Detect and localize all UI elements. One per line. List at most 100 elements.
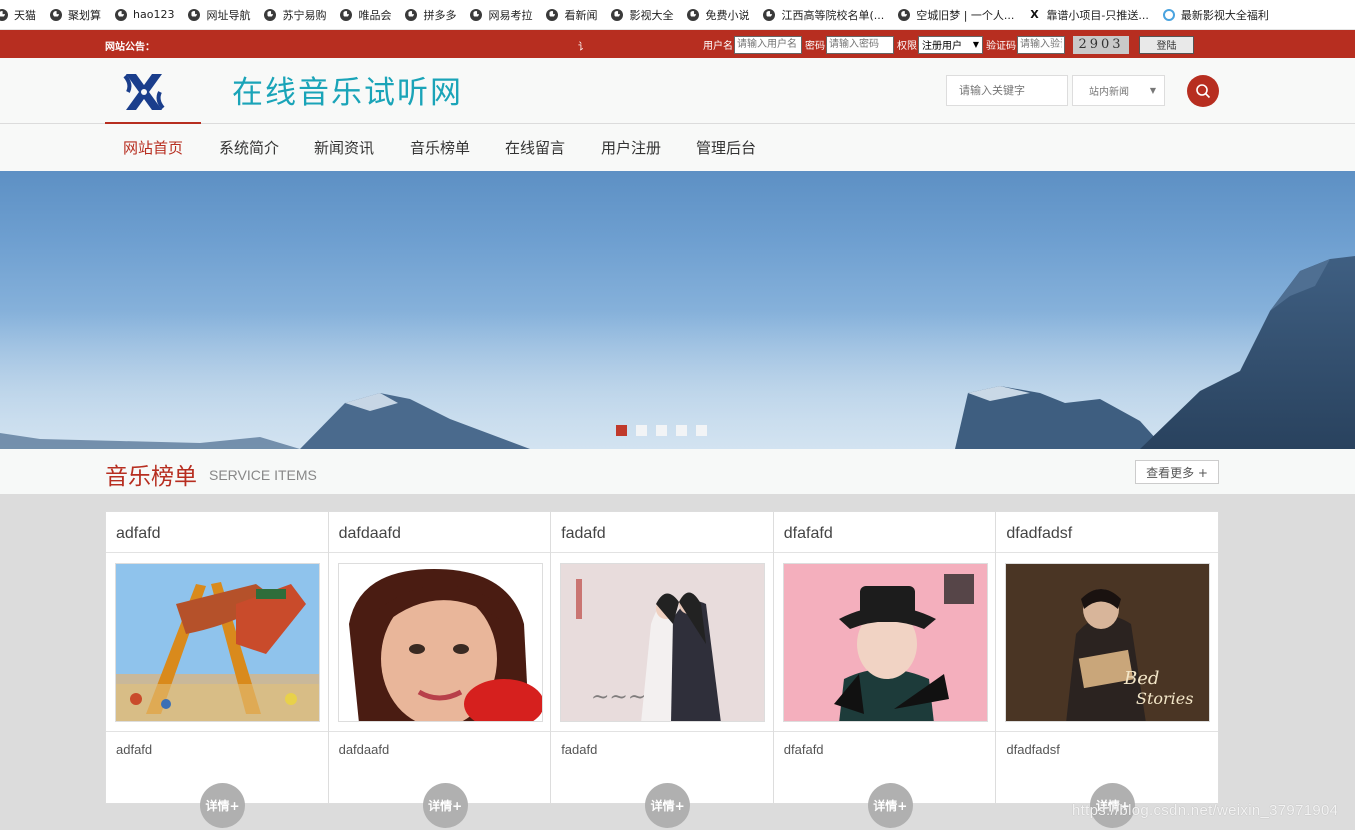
bookmark-item[interactable]: 苏宁易购 (264, 7, 326, 23)
globe-icon (405, 8, 418, 21)
card-cover-image[interactable] (115, 563, 320, 722)
card-divider (773, 731, 996, 732)
globe-icon (188, 8, 201, 21)
search-scope-value: 站内新闻 (1089, 87, 1129, 98)
globe-icon (898, 8, 911, 21)
banner-dot-4[interactable] (676, 425, 687, 436)
banner-dot-2[interactable] (636, 425, 647, 436)
globe-icon (687, 8, 700, 21)
bookmark-item[interactable]: 网址导航 (188, 7, 250, 23)
card-name[interactable]: adfafd (116, 742, 152, 757)
bookmark-item[interactable]: 聚划算 (50, 7, 101, 23)
mountain-landscape-image (0, 256, 1355, 449)
globe-icon (264, 8, 277, 21)
card-cover-image[interactable]: Bed Stories (1005, 563, 1211, 722)
bookmark-item[interactable]: X 靠谱小项目-只推送... (1028, 7, 1149, 23)
chevron-down-icon: ▼ (1149, 86, 1156, 95)
banner-pagination (616, 425, 716, 436)
username-label: 用户名 (703, 41, 733, 52)
main-nav: 网站首页 系统简介 新闻资讯 音乐榜单 在线留言 用户注册 管理后台 (0, 122, 1355, 171)
bookmark-item[interactable]: 江西高等院校名单(... (763, 7, 884, 23)
notice-label: 网站公告： (105, 42, 155, 53)
nav-item-news[interactable]: 新闻资讯 (314, 124, 374, 171)
bookmark-item[interactable]: 网易考拉 (470, 7, 532, 23)
captcha-input[interactable] (1017, 35, 1065, 54)
bookmark-item[interactable]: 拼多多 (405, 7, 456, 23)
svg-text:Bed: Bed (1123, 668, 1159, 689)
music-card[interactable]: dfafafd dfafafd 详情+ (773, 512, 997, 828)
globe-icon (50, 8, 62, 21)
card-title[interactable]: dfadfadsf (996, 512, 1218, 553)
role-label: 权限 (897, 41, 917, 52)
globe-icon (0, 8, 8, 21)
card-title[interactable]: dafdaafd (328, 512, 551, 553)
card-detail-button[interactable]: 详情+ (867, 783, 913, 828)
card-divider (996, 731, 1218, 732)
bookmark-item[interactable]: 天猫 (0, 7, 36, 23)
card-title[interactable]: dfafafd (773, 512, 996, 553)
role-select-value: 注册用户 (922, 41, 962, 52)
globe-icon (115, 8, 127, 21)
card-detail-button[interactable]: 详情+ (422, 783, 468, 828)
section-subtitle: SERVICE ITEMS (209, 467, 317, 483)
login-form: 用户名 密码 权限 注册用户 ▼ 验证码 2903 登陆 (703, 35, 1194, 54)
bookmark-item[interactable]: 免费小说 (687, 7, 749, 23)
card-name[interactable]: dfadfadsf (1006, 742, 1060, 757)
music-card-list: adfafd adfafd 详情+ dafdaafd dafdaafd 详情+ … (105, 511, 1219, 828)
nav-item-guestbook[interactable]: 在线留言 (505, 124, 565, 171)
card-title[interactable]: adfafd (106, 512, 328, 553)
banner-dot-3[interactable] (656, 425, 667, 436)
card-cover-image[interactable]: ~~~ (560, 563, 766, 722)
nav-item-music-charts[interactable]: 音乐榜单 (410, 124, 470, 171)
music-card[interactable]: dafdaafd dafdaafd 详情+ (328, 512, 552, 828)
bookmarks-bar: 天猫 聚划算 hao123 网址导航 苏宁易购 唯品会 拼多多 网易考拉 看新闻… (0, 0, 1355, 30)
chevron-down-icon: ▼ (972, 40, 979, 49)
bookmark-item[interactable]: 看新闻 (546, 7, 597, 23)
card-divider (551, 731, 773, 732)
password-input[interactable] (826, 35, 894, 54)
watermark-text: https://blog.csdn.net/weixin_37971904 (1072, 802, 1339, 819)
bookmark-item[interactable]: hao123 (115, 8, 174, 21)
password-label: 密码 (805, 41, 825, 52)
bookmark-item[interactable]: 影视大全 (611, 7, 673, 23)
nav-item-about[interactable]: 系统简介 (219, 124, 279, 171)
bookmark-item[interactable]: 最新影视大全福利 (1162, 7, 1269, 23)
nav-item-admin[interactable]: 管理后台 (696, 124, 756, 171)
hero-banner[interactable] (0, 171, 1355, 449)
card-name[interactable]: dafdaafd (339, 742, 390, 757)
music-card[interactable]: fadafd ~~~ fadafd 详情+ (551, 512, 774, 828)
bookmark-item[interactable]: 唯品会 (340, 7, 391, 23)
site-logo[interactable] (122, 70, 166, 114)
card-title[interactable]: fadafd (551, 512, 773, 553)
globe-icon (763, 8, 776, 21)
nav-item-register[interactable]: 用户注册 (601, 124, 661, 171)
username-input[interactable] (734, 35, 802, 54)
search-button[interactable] (1187, 75, 1219, 107)
music-card[interactable]: dfadfadsf Bed Stories dfadfadsf 详情+ (996, 512, 1218, 828)
login-button[interactable]: 登陆 (1139, 35, 1194, 54)
top-bar: 网站公告： 讠 用户名 密码 权限 注册用户 ▼ 验证码 2903 登陆 (0, 30, 1355, 58)
section-title: 音乐榜单 (105, 464, 197, 490)
card-detail-button[interactable]: 详情+ (645, 783, 691, 828)
card-cover-image[interactable] (337, 563, 543, 722)
globe-icon (611, 8, 624, 21)
card-detail-button[interactable]: 详情+ (200, 783, 245, 828)
globe-icon (470, 8, 483, 21)
view-more-button[interactable]: 查看更多 + (1135, 460, 1219, 484)
notice-marquee: 讠 (578, 42, 588, 53)
music-card[interactable]: adfafd adfafd 详情+ (106, 512, 329, 828)
captcha-image[interactable]: 2903 (1073, 35, 1129, 54)
bookmark-item[interactable]: 空城旧梦 | 一个人... (898, 7, 1014, 23)
card-name[interactable]: dfafafd (784, 742, 824, 757)
captcha-label: 验证码 (986, 41, 1016, 52)
banner-dot-1[interactable] (616, 425, 627, 436)
search-input[interactable] (946, 75, 1068, 106)
card-cover-image[interactable] (782, 563, 988, 722)
nav-item-home[interactable]: 网站首页 (123, 124, 183, 171)
role-select[interactable]: 注册用户 ▼ (918, 35, 983, 54)
banner-dot-5[interactable] (696, 425, 707, 436)
card-divider (328, 731, 551, 732)
search-scope-select[interactable]: 站内新闻 ▼ (1072, 75, 1165, 106)
card-name[interactable]: fadafd (561, 742, 597, 757)
globe-icon (340, 8, 353, 21)
